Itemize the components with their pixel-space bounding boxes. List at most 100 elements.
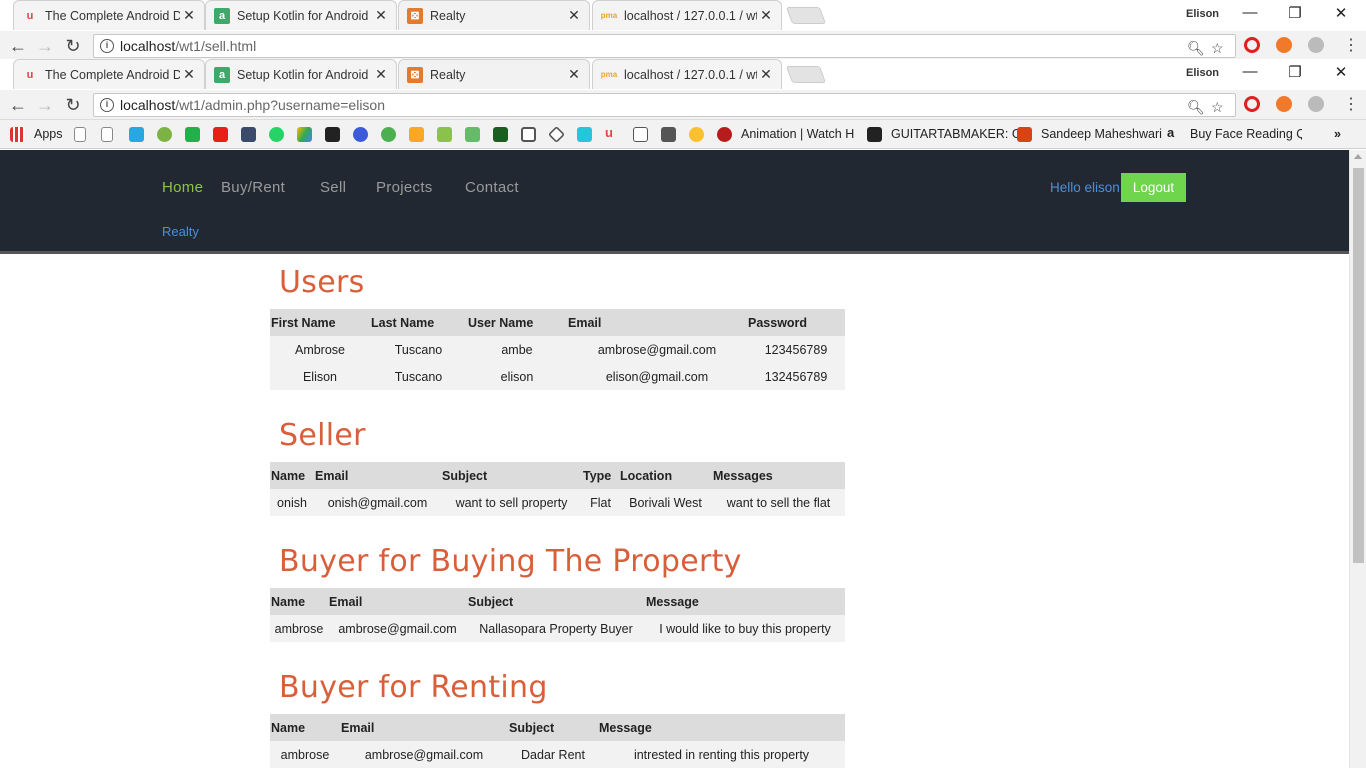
- back-tab-3[interactable]: pma localhost / 127.0.0.1 / wt ✕: [592, 0, 782, 30]
- kv-icon[interactable]: [241, 127, 256, 142]
- android-icon[interactable]: [437, 127, 452, 142]
- restore-icon[interactable]: ❐: [1284, 4, 1306, 24]
- bookmark-icon-9[interactable]: [577, 127, 592, 142]
- animation-icon[interactable]: [717, 127, 732, 142]
- bookmark-icon-10[interactable]: [633, 127, 648, 142]
- bookmark-guitartabmaker[interactable]: GUITARTABMAKER: G: [891, 127, 1022, 141]
- column-header: Name: [270, 714, 340, 741]
- info-icon[interactable]: i: [100, 39, 114, 53]
- bookmark-icon-8[interactable]: [548, 126, 565, 143]
- new-tab-button[interactable]: [785, 66, 827, 83]
- info-icon[interactable]: i: [100, 98, 114, 112]
- close-icon[interactable]: ✕: [565, 66, 583, 83]
- new-tab-button[interactable]: [785, 7, 827, 24]
- bookmark-icon-11[interactable]: [689, 127, 704, 142]
- nav-home[interactable]: Home: [162, 179, 203, 196]
- apps-grid-icon[interactable]: [10, 127, 25, 142]
- play-icon[interactable]: [353, 127, 368, 142]
- bookmark-icon-4[interactable]: [381, 127, 396, 142]
- menu-dots-icon[interactable]: ⋮: [1340, 94, 1362, 116]
- zoom-icon[interactable]: 🔍︎: [1187, 40, 1205, 57]
- profile-name[interactable]: Elison: [1186, 67, 1219, 79]
- bookmarks-bar: Apps u Animation | Watch H GUITARTABMAKE…: [0, 120, 1366, 149]
- back-tab-1[interactable]: a Setup Kotlin for Android ✕: [205, 0, 397, 30]
- udemy-icon[interactable]: u: [605, 125, 620, 140]
- drive-icon[interactable]: [297, 127, 312, 142]
- tab-1[interactable]: a Setup Kotlin for Android ✕: [205, 59, 397, 89]
- close-icon[interactable]: ✕: [372, 66, 390, 83]
- bookmark-icon-2[interactable]: [157, 127, 172, 142]
- tab-2-active[interactable]: ⊠ Realty ✕: [398, 59, 590, 89]
- close-icon[interactable]: ✕: [372, 7, 390, 24]
- tab-3[interactable]: pma localhost / 127.0.0.1 / wt ✕: [592, 59, 782, 89]
- nav-projects[interactable]: Projects: [376, 179, 433, 196]
- nav-sell[interactable]: Sell: [320, 179, 346, 196]
- grey-extension-icon[interactable]: [1308, 37, 1324, 53]
- bookmark-apps[interactable]: Apps: [34, 127, 63, 141]
- fire-extension-icon[interactable]: [1276, 96, 1292, 112]
- p-icon[interactable]: [325, 127, 340, 142]
- bookmark-icon-7[interactable]: [493, 127, 508, 142]
- close-icon[interactable]: ✕: [757, 66, 775, 83]
- menu-dots-icon[interactable]: ⋮: [1340, 35, 1362, 57]
- reload-icon[interactable]: ↻: [62, 94, 84, 116]
- profile-name[interactable]: Elison: [1186, 8, 1219, 20]
- page-icon[interactable]: [74, 127, 86, 142]
- back-arrow-icon[interactable]: ←: [7, 94, 29, 116]
- cc-icon[interactable]: [661, 127, 676, 142]
- nav-contact[interactable]: Contact: [465, 179, 519, 196]
- close-icon[interactable]: ✕: [757, 7, 775, 24]
- minimize-icon[interactable]: —: [1239, 63, 1261, 83]
- table-cell: want to sell property: [441, 489, 582, 516]
- minimize-icon[interactable]: —: [1239, 4, 1261, 24]
- whatsapp-icon[interactable]: [269, 127, 284, 142]
- bookmark-star-icon[interactable]: ☆: [1211, 99, 1224, 116]
- table-cell: Dadar Rent: [508, 741, 598, 768]
- restore-icon[interactable]: ❐: [1284, 63, 1306, 83]
- nav-buy-rent[interactable]: Buy/Rent: [221, 179, 285, 196]
- close-icon[interactable]: ✕: [180, 7, 198, 24]
- bookmark-animation[interactable]: Animation | Watch H: [741, 127, 854, 141]
- opera-extension-icon[interactable]: [1244, 37, 1260, 53]
- bookmark-icon-1[interactable]: [129, 127, 144, 142]
- tab-0[interactable]: u The Complete Android D ✕: [13, 59, 205, 89]
- back-tab-0[interactable]: u The Complete Android D ✕: [13, 0, 205, 30]
- reload-icon[interactable]: ↻: [62, 35, 84, 57]
- window-close-icon[interactable]: ✕: [1330, 63, 1352, 83]
- close-icon[interactable]: ✕: [180, 66, 198, 83]
- bookmark-icon-3[interactable]: [185, 127, 200, 142]
- logout-button[interactable]: Logout: [1121, 173, 1186, 202]
- grey-extension-icon[interactable]: [1308, 96, 1324, 112]
- amazon-icon[interactable]: a: [1167, 125, 1182, 140]
- vertical-scrollbar[interactable]: [1349, 150, 1366, 768]
- guitar-icon[interactable]: [867, 127, 882, 142]
- column-header: Email: [328, 588, 467, 615]
- youtube-icon[interactable]: [213, 127, 228, 142]
- fire-extension-icon[interactable]: [1276, 37, 1292, 53]
- forward-arrow-icon[interactable]: →: [34, 35, 56, 57]
- forward-arrow-icon[interactable]: →: [34, 94, 56, 116]
- scrollbar-thumb[interactable]: [1353, 168, 1364, 563]
- zoom-icon[interactable]: 🔍︎: [1187, 99, 1205, 116]
- bookmark-sandeep[interactable]: Sandeep Maheshwari: [1041, 127, 1162, 141]
- close-icon[interactable]: ✕: [565, 7, 583, 24]
- opera-extension-icon[interactable]: [1244, 96, 1260, 112]
- address-bar[interactable]: i localhost/wt1/admin.php?username=eliso…: [93, 93, 1236, 117]
- table-cell: ambrose: [270, 741, 340, 768]
- column-header: Location: [619, 462, 712, 489]
- site-brand[interactable]: Realty: [162, 224, 199, 239]
- bookmark-icon-6[interactable]: [465, 127, 480, 142]
- page-icon[interactable]: [101, 127, 113, 142]
- back-address-bar[interactable]: i localhost/wt1/sell.html 🔍︎ ☆: [93, 34, 1236, 58]
- window-close-icon[interactable]: ✕: [1330, 4, 1352, 24]
- bookmark-icon-5[interactable]: [409, 127, 424, 142]
- column-header: Name: [270, 462, 314, 489]
- back-arrow-icon[interactable]: ←: [7, 35, 29, 57]
- codepen-icon[interactable]: [521, 127, 536, 142]
- back-tab-2-active[interactable]: ⊠ Realty ✕: [398, 0, 590, 30]
- bookmark-buyface[interactable]: Buy Face Reading Qu: [1190, 127, 1302, 141]
- sandeep-icon[interactable]: [1017, 127, 1032, 142]
- more-bookmarks-chevron-icon[interactable]: »: [1334, 127, 1341, 141]
- bookmark-star-icon[interactable]: ☆: [1211, 40, 1224, 57]
- scroll-up-arrow-icon[interactable]: [1354, 154, 1362, 159]
